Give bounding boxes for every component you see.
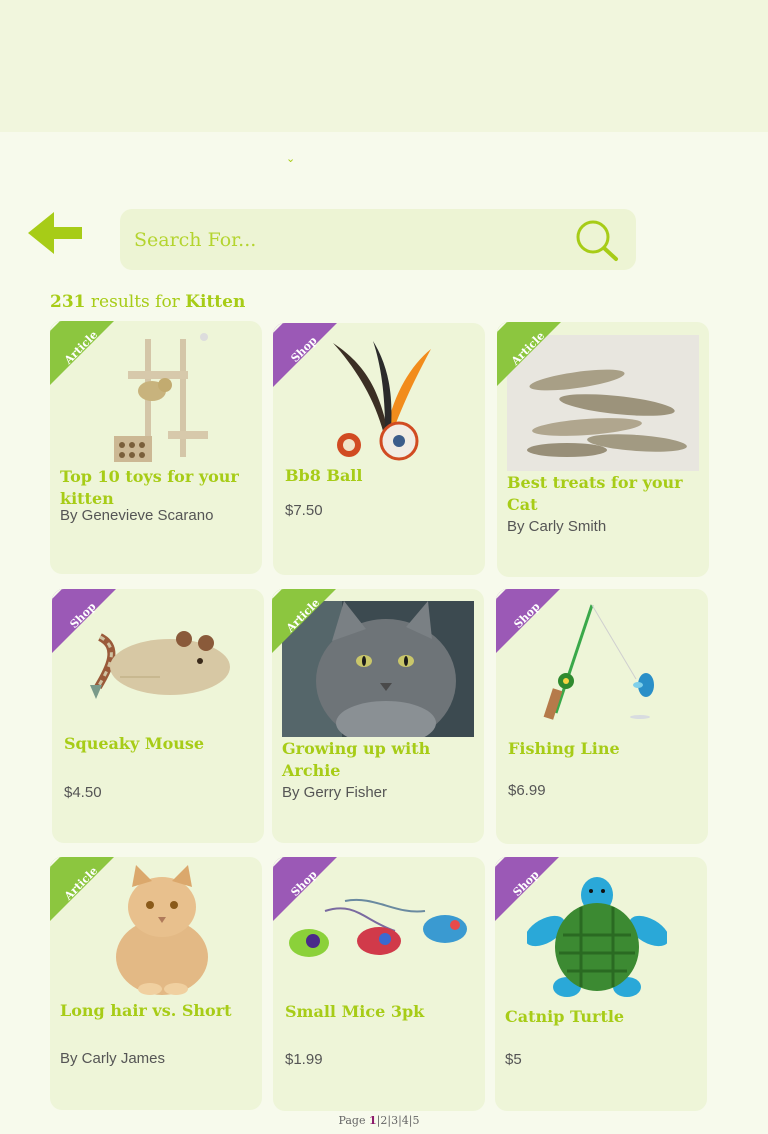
shop-badge: Shop [273, 857, 337, 921]
shop-badge: Shop [495, 857, 559, 921]
result-card[interactable]: Article Top 10 toys for your kitten By G… [50, 321, 262, 574]
card-price: $5 [505, 1051, 522, 1068]
card-author: By Gerry Fisher [282, 784, 388, 801]
card-title-line: Squeaky Mouse [64, 734, 205, 753]
card-title[interactable]: Fishing Line [508, 738, 698, 760]
back-arrow-icon[interactable] [26, 210, 84, 256]
article-badge: Article [50, 321, 114, 385]
result-card[interactable]: Shop Bb8 Ball $7.50 [273, 323, 485, 575]
card-title-line: Best treats for your [507, 473, 683, 492]
search-input[interactable] [132, 221, 566, 259]
page-link-4[interactable]: 4 [402, 1114, 409, 1127]
card-title[interactable]: Best treats for your Cat [507, 472, 705, 516]
chevron-down-icon[interactable]: ⌄ [286, 152, 295, 165]
pagination: Page 1|2|3|4|5 [0, 1114, 758, 1127]
results-count: 231 [50, 292, 86, 312]
card-title[interactable]: Bb8 Ball [285, 465, 475, 487]
result-card[interactable]: Shop Fishing Line $6.99 [496, 589, 708, 844]
shop-badge: Shop [52, 589, 116, 653]
card-title-line: Fishing Line [508, 739, 620, 758]
result-card[interactable]: Article Growing up with Archie By Gerry … [272, 589, 484, 843]
article-badge: Article [272, 589, 336, 653]
card-title[interactable]: Squeaky Mouse [64, 733, 254, 755]
card-title-line: Top 10 toys for your [60, 467, 239, 486]
card-title[interactable]: Long hair vs. Short [60, 1000, 260, 1022]
card-title[interactable]: Top 10 toys for your kitten [60, 466, 258, 510]
long-hair-cat-image [116, 865, 208, 995]
search-bar [120, 209, 636, 270]
card-title-line: Long hair vs. Short [60, 1001, 232, 1020]
result-card[interactable]: Shop Catnip Turtle $5 [495, 857, 707, 1111]
card-title[interactable]: Growing up with Archie [282, 738, 480, 782]
card-title-line: Archie [282, 761, 341, 780]
card-title-line: Catnip Turtle [505, 1007, 625, 1026]
card-title-line: Growing up with [282, 739, 431, 758]
header-banner [0, 0, 768, 132]
shop-badge: Shop [496, 589, 560, 653]
result-card[interactable]: Shop Small Mice 3pk $1.99 [273, 857, 485, 1111]
page-link-1[interactable]: 1 [369, 1114, 377, 1127]
card-author: By Carly Smith [507, 518, 607, 535]
cat-tree-image [114, 333, 208, 462]
result-card[interactable]: Article Best treats for your Cat By Carl… [497, 322, 709, 577]
card-title-line: Cat [507, 495, 538, 514]
article-badge: Article [497, 322, 561, 386]
card-price: $6.99 [508, 782, 546, 799]
card-author: By Carly James [60, 1050, 166, 1067]
card-author: By Genevieve Scarano [60, 507, 214, 524]
result-card[interactable]: Shop Squeaky Mouse $4.50 [52, 589, 264, 843]
card-title[interactable]: Catnip Turtle [505, 1006, 705, 1028]
card-title[interactable]: Small Mice 3pk [285, 1001, 475, 1023]
page-link-5[interactable]: 5 [413, 1114, 420, 1127]
card-price: $4.50 [64, 784, 102, 801]
card-title-line: Bb8 Ball [285, 466, 363, 485]
results-summary: 231 results for Kitten [50, 292, 245, 312]
search-icon[interactable] [574, 218, 620, 262]
pagination-label: Page [338, 1114, 369, 1127]
card-price: $1.99 [285, 1051, 323, 1068]
results-text: results for [85, 292, 186, 312]
result-card[interactable]: Article Long hair vs. Short By Carly Jam… [50, 857, 262, 1110]
card-title-line: Small Mice 3pk [285, 1002, 425, 1021]
card-price: $7.50 [285, 502, 323, 519]
shop-badge: Shop [273, 323, 337, 387]
article-badge: Article [50, 857, 114, 921]
results-term: Kitten [185, 292, 246, 312]
